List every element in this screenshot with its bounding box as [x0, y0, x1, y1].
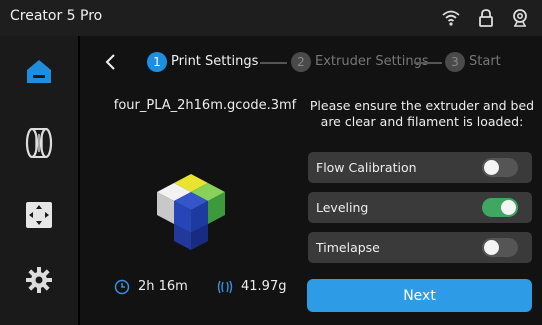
filament-weight-icon — [217, 280, 233, 294]
top-bar: Creator 5 Pro — [0, 0, 542, 36]
step-1-label: Print Settings — [171, 54, 259, 69]
option-label: Flow Calibration — [316, 160, 417, 175]
sidebar-item-home[interactable] — [0, 36, 78, 106]
option-label: Timelapse — [316, 240, 380, 255]
leveling-toggle[interactable] — [482, 198, 518, 217]
wifi-icon[interactable] — [441, 8, 461, 28]
clock-icon — [114, 279, 130, 295]
next-button[interactable]: Next — [307, 279, 532, 312]
back-button[interactable] — [100, 50, 120, 74]
main-panel: 1 Print Settings 2 Extruder Settings 3 S… — [80, 36, 542, 325]
filament-weight: 41.97g — [241, 279, 287, 294]
step-connector — [414, 62, 442, 64]
sidebar — [0, 36, 78, 325]
move-control-icon — [26, 202, 52, 228]
sidebar-item-settings[interactable] — [0, 245, 78, 315]
step-3-label: Start — [469, 54, 501, 69]
timelapse-toggle[interactable] — [482, 238, 518, 257]
step-1-number: 1 — [147, 52, 167, 72]
flow-calibration-toggle[interactable] — [482, 158, 518, 177]
step-connector — [260, 62, 287, 64]
home-icon — [27, 60, 51, 83]
option-leveling: Leveling — [308, 192, 532, 223]
sidebar-item-filament[interactable] — [0, 108, 78, 178]
option-flow-calibration: Flow Calibration — [308, 152, 532, 183]
webcam-icon[interactable] — [510, 8, 530, 28]
filament-spool-icon — [25, 127, 53, 159]
app-title: Creator 5 Pro — [10, 8, 103, 24]
step-2-label: Extruder Settings — [315, 54, 429, 69]
print-time: 2h 16m — [138, 279, 188, 294]
option-timelapse: Timelapse — [308, 232, 532, 263]
step-3-number: 3 — [445, 52, 465, 72]
model-preview — [157, 174, 225, 250]
notice-text: Please ensure the extruder and bed are c… — [309, 98, 535, 129]
gear-icon — [26, 267, 52, 293]
step-2-number: 2 — [291, 52, 311, 72]
chevron-left-icon — [105, 54, 115, 70]
lock-icon[interactable] — [476, 8, 496, 28]
option-label: Leveling — [316, 200, 369, 215]
file-name: four_PLA_2h16m.gcode.3mf — [113, 98, 297, 113]
sidebar-item-move[interactable] — [0, 180, 78, 250]
